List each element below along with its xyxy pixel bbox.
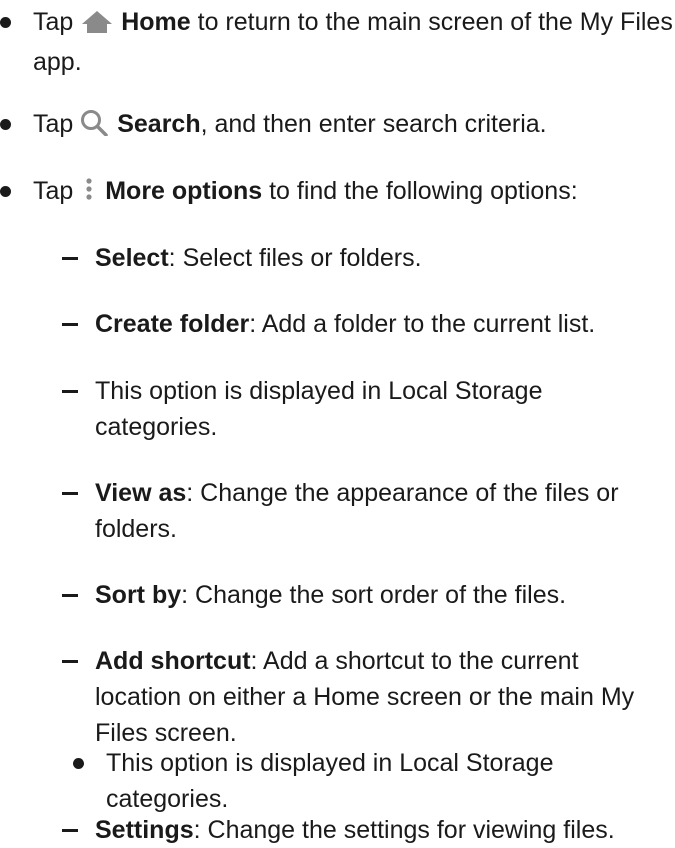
bullet-dot — [0, 119, 11, 130]
option-settings: Settings: Change the settings for viewin… — [62, 812, 670, 848]
sub-bullet-note: This option is displayed in Local Storag… — [73, 745, 666, 817]
dash-marker — [62, 660, 78, 663]
option-add-shortcut: Add shortcut: Add a shortcut to the curr… — [62, 643, 670, 751]
dash-marker — [62, 257, 78, 260]
dash-marker — [62, 829, 78, 832]
bullet-dot — [0, 17, 11, 28]
home-icon — [80, 8, 114, 44]
bullet-item-home: Tap Home to return to the main screen of… — [0, 4, 673, 80]
option-select: Select: Select files or folders. — [62, 240, 670, 276]
more-options-icon — [80, 177, 98, 213]
dash-marker — [62, 323, 78, 326]
search-icon — [80, 110, 110, 146]
bullet-dot — [0, 186, 11, 197]
option-sort-by: Sort by: Change the sort order of the fi… — [62, 577, 670, 613]
dash-marker — [62, 492, 78, 495]
bullet-item-search: Tap Search, and then enter search criter… — [0, 106, 673, 146]
bullet-dot — [73, 758, 84, 769]
option-view-as: View as: Change the appearance of the fi… — [62, 475, 670, 547]
dash-marker — [62, 390, 78, 393]
option-note: This option is displayed in Local Storag… — [62, 373, 670, 445]
dash-marker — [62, 594, 78, 597]
option-create-folder: Create folder: Add a folder to the curre… — [62, 306, 670, 342]
bullet-item-more-options: Tap More options to find the following o… — [0, 173, 673, 213]
